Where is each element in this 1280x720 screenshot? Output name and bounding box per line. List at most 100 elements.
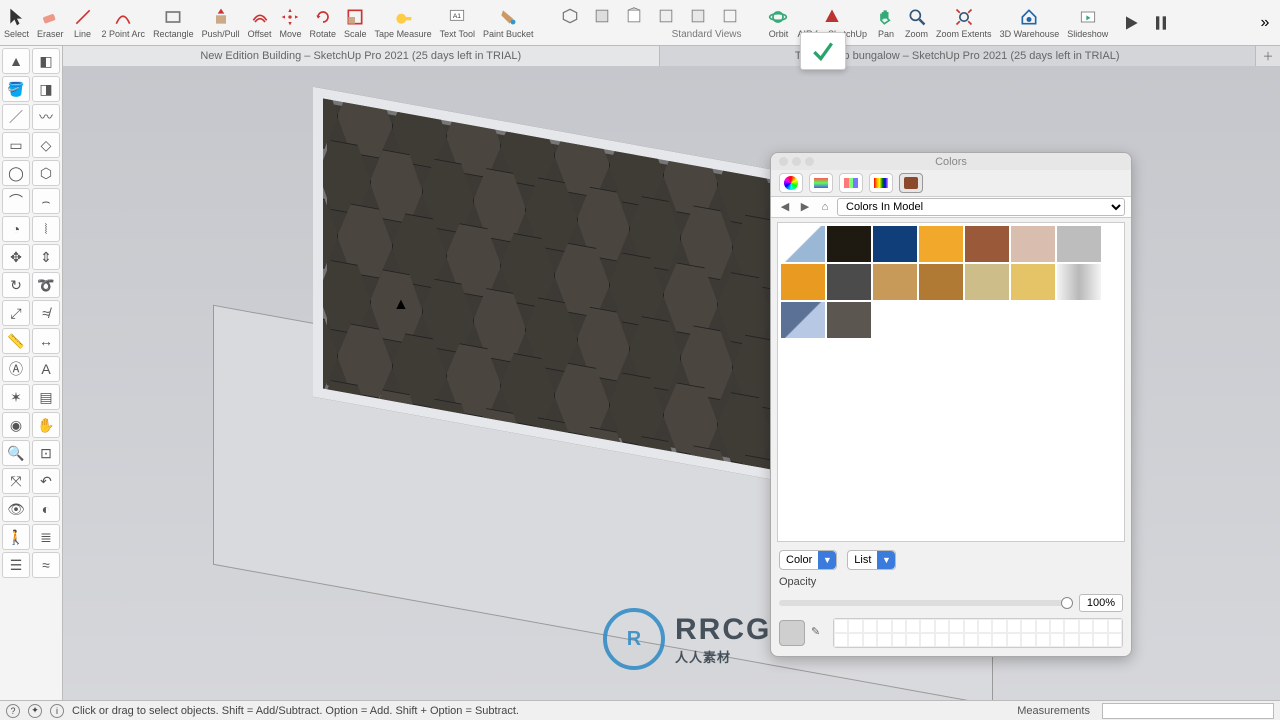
toolbox-tape-button[interactable]: 📏 — [2, 328, 30, 354]
view-front-button[interactable] — [619, 3, 649, 29]
view-left-button[interactable] — [715, 3, 745, 29]
custom-well[interactable] — [920, 619, 934, 633]
toolbox-paint-button[interactable]: 🪣 — [2, 76, 30, 102]
help-icon[interactable]: ? — [6, 704, 20, 718]
scale-button[interactable]: Scale — [340, 0, 371, 45]
toolbox-move-button[interactable]: ✥ — [2, 244, 30, 270]
toolbox-3dtext-button[interactable]: A — [32, 356, 60, 382]
swatch-wood-strip[interactable] — [918, 263, 964, 301]
swatch-navy[interactable] — [872, 225, 918, 263]
colors-tab-sliders[interactable] — [809, 173, 833, 193]
toolbox-text-button[interactable]: Ⓐ — [2, 356, 30, 382]
custom-well[interactable] — [877, 619, 891, 633]
nav-back-icon[interactable]: ◀ — [777, 199, 793, 215]
view-right-button[interactable] — [651, 3, 681, 29]
custom-well[interactable] — [1093, 619, 1107, 633]
custom-well[interactable] — [863, 619, 877, 633]
color-mode-combo[interactable]: Color▼ — [779, 550, 837, 570]
nav-forward-icon[interactable]: ▶ — [797, 199, 813, 215]
view-iso-button[interactable] — [555, 3, 585, 29]
2-point-arc-button[interactable]: 2 Point Arc — [98, 0, 150, 45]
toolbox-walk-button[interactable]: 🚶 — [2, 524, 30, 550]
current-color-swatch[interactable] — [779, 620, 805, 646]
swatch-default[interactable] — [780, 225, 826, 263]
custom-well[interactable] — [992, 633, 1006, 647]
custom-well[interactable] — [935, 619, 949, 633]
custom-well[interactable] — [1108, 619, 1122, 633]
toolbox-select-button[interactable]: ▲ — [2, 48, 30, 74]
swatch-amber[interactable] — [918, 225, 964, 263]
toolbox-lookaround-button[interactable]: ◐ — [32, 496, 60, 522]
custom-well[interactable] — [848, 633, 862, 647]
custom-well[interactable] — [1036, 619, 1050, 633]
custom-well[interactable] — [949, 619, 963, 633]
swatch-metal[interactable] — [1056, 263, 1102, 301]
push/pull-button[interactable]: Push/Pull — [198, 0, 244, 45]
custom-well[interactable] — [1064, 633, 1078, 647]
custom-well[interactable] — [920, 633, 934, 647]
rectangle-button[interactable]: Rectangle — [149, 0, 198, 45]
toolbox-2ptarc-button[interactable]: ⌢ — [32, 188, 60, 214]
toolbox-3ptarc-button[interactable]: ⦚ — [32, 216, 60, 242]
toolbox-followme-button[interactable]: ➰ — [32, 272, 60, 298]
swatch-sand[interactable] — [1010, 263, 1056, 301]
swatch-beige[interactable] — [1010, 225, 1056, 263]
custom-well[interactable] — [935, 633, 949, 647]
swatch-light-gray[interactable] — [1056, 225, 1102, 263]
custom-well[interactable] — [1036, 633, 1050, 647]
colors-tab-palettes[interactable] — [839, 173, 863, 193]
line-button[interactable]: Line — [68, 0, 98, 45]
custom-well[interactable] — [978, 619, 992, 633]
toolbox-layers-button[interactable]: ≣ — [32, 524, 60, 550]
custom-well[interactable] — [848, 619, 862, 633]
toolbox-sectionplane-button[interactable]: ▤ — [32, 384, 60, 410]
toolbox-polygon-button[interactable]: ⬡ — [32, 160, 60, 186]
play-button[interactable] — [1116, 10, 1146, 36]
select-button[interactable]: Select — [0, 0, 33, 45]
custom-well[interactable] — [1093, 633, 1107, 647]
custom-well[interactable] — [1079, 619, 1093, 633]
toolbox-zoomwin-button[interactable]: ⊡ — [32, 440, 60, 466]
custom-well[interactable] — [1108, 633, 1122, 647]
toolbox-zoom-button[interactable]: 🔍 — [2, 440, 30, 466]
custom-well[interactable] — [1007, 619, 1021, 633]
custom-well[interactable] — [1050, 619, 1064, 633]
material-library-select[interactable]: Colors In Model — [837, 198, 1125, 216]
toolbox-rotate-button[interactable]: ↻ — [2, 272, 30, 298]
tape-measure-button[interactable]: Tape Measure — [371, 0, 436, 45]
toolbox-position-button[interactable]: 👁 — [2, 496, 30, 522]
paint-bucket-button[interactable]: Paint Bucket — [479, 0, 538, 45]
swatch-black-brown[interactable] — [826, 225, 872, 263]
custom-well[interactable] — [992, 619, 1006, 633]
toolbox-circle-button[interactable]: ◯ — [2, 160, 30, 186]
toolbox-pan-button[interactable]: ✋ — [32, 412, 60, 438]
colors-tab-materials[interactable] — [899, 173, 923, 193]
view-back-button[interactable] — [683, 3, 713, 29]
custom-well[interactable] — [892, 619, 906, 633]
measurements-input[interactable] — [1102, 703, 1274, 719]
custom-well[interactable] — [1021, 619, 1035, 633]
offset-button[interactable]: Offset — [244, 0, 276, 45]
add-document-tab[interactable]: ＋ — [1256, 46, 1280, 66]
custom-well[interactable] — [834, 619, 848, 633]
pan-button[interactable]: Pan — [871, 0, 901, 45]
custom-well[interactable] — [978, 633, 992, 647]
orbit-button[interactable]: Orbit — [763, 0, 793, 45]
custom-well[interactable] — [906, 633, 920, 647]
toolbox-zoomext-button[interactable]: ⤧ — [2, 468, 30, 494]
swatch-orange[interactable] — [780, 263, 826, 301]
custom-well[interactable] — [1050, 633, 1064, 647]
slideshow-button[interactable]: Slideshow — [1063, 0, 1112, 45]
pause-button[interactable] — [1146, 10, 1176, 36]
toolbox-dimension-button[interactable]: ↔ — [32, 328, 60, 354]
custom-well[interactable] — [1064, 619, 1078, 633]
custom-well[interactable] — [964, 619, 978, 633]
custom-well[interactable] — [834, 633, 848, 647]
custom-well[interactable] — [949, 633, 963, 647]
toolbox-line-button[interactable]: ／ — [2, 104, 30, 130]
custom-well[interactable] — [877, 633, 891, 647]
3d-warehouse-button[interactable]: 3D Warehouse — [996, 0, 1064, 45]
zoom-extents-button[interactable]: Zoom Extents — [932, 0, 996, 45]
toolbox-outliner-button[interactable]: ☰ — [2, 552, 30, 578]
swatch-sky-blue[interactable] — [780, 301, 826, 339]
